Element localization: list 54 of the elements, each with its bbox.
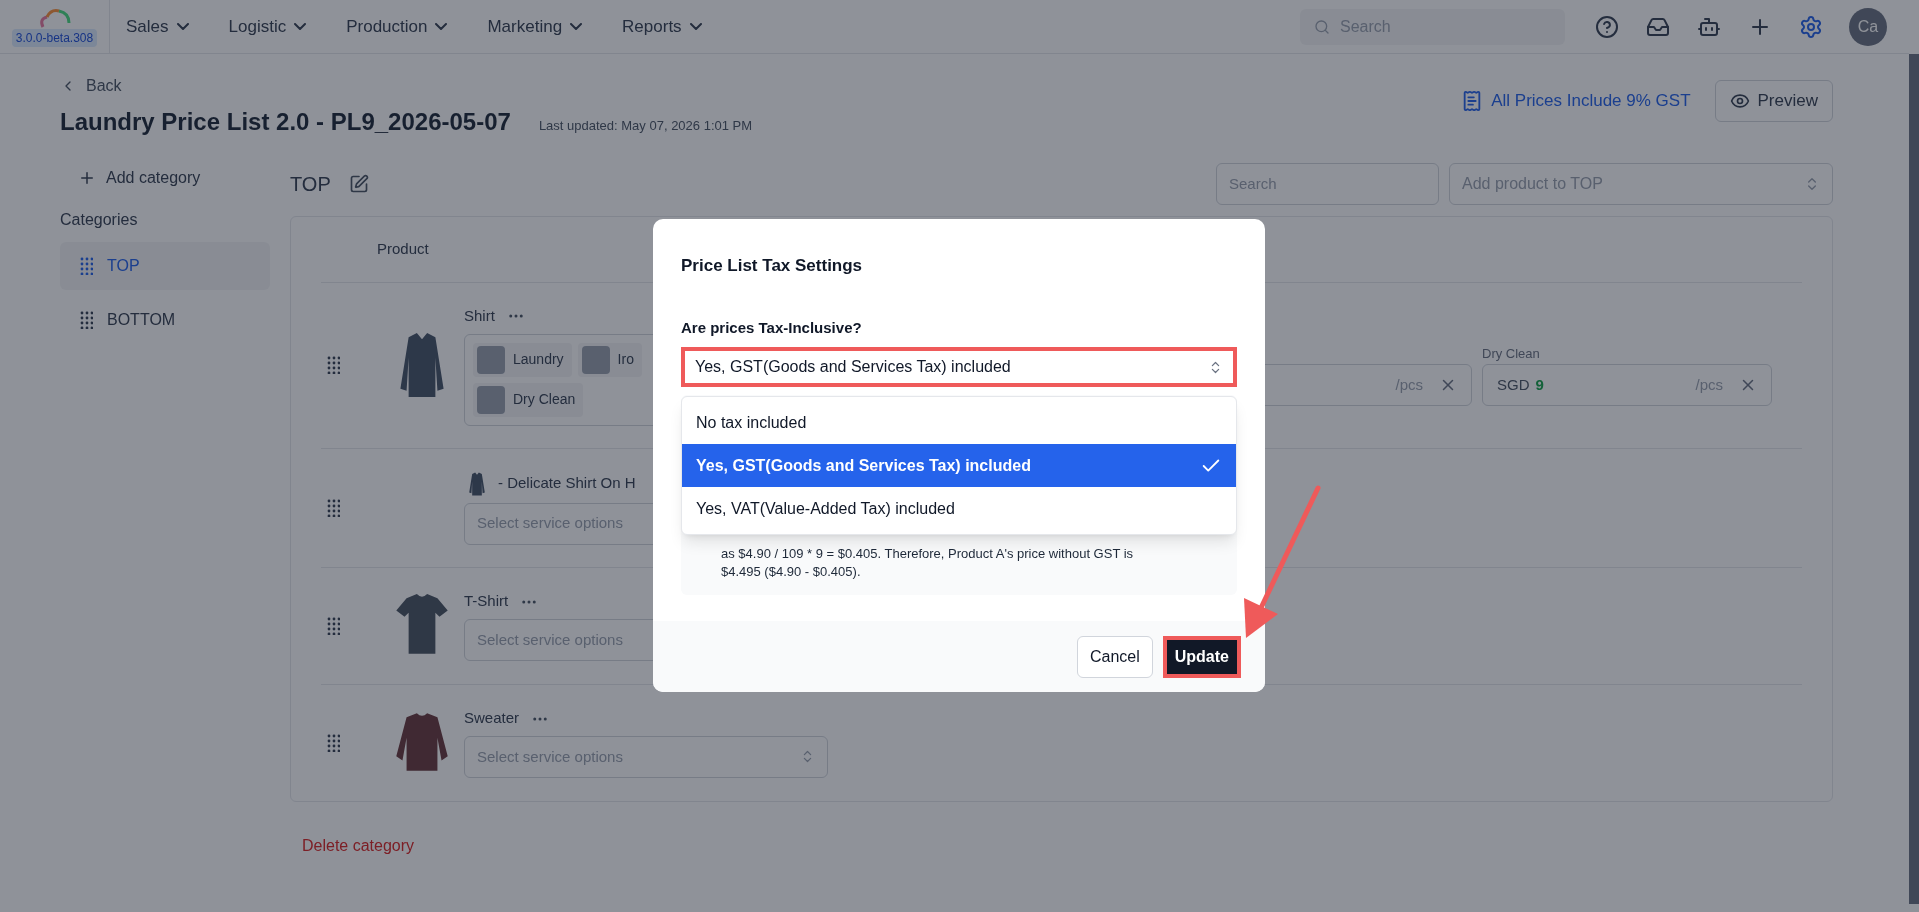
chevron-down-icon	[294, 23, 307, 30]
info-text: $4.495 ($4.90 - $0.405).	[721, 563, 862, 581]
chevron-down-icon	[570, 23, 583, 30]
product-name: T-Shirt	[464, 591, 509, 612]
nav-menu[interactable]: Reports	[622, 13, 702, 40]
category-item[interactable]: TOP	[60, 242, 270, 290]
drag-handle-icon[interactable]	[80, 257, 93, 275]
page-title: Laundry Price List 2.0 - PL9_2026-05-07	[60, 107, 511, 137]
delete-category-link[interactable]: Delete category	[302, 833, 415, 858]
back-link[interactable]: Back	[60, 74, 753, 98]
dialog-title: Price List Tax Settings	[680, 255, 864, 277]
service-tag: Laundry	[473, 342, 572, 377]
drag-handle-icon[interactable]	[327, 616, 340, 635]
service-tag: Dry Clean	[473, 382, 584, 417]
product-name: - Delicate Shirt On H	[498, 473, 636, 494]
categories-heading: Categories	[60, 210, 139, 230]
drag-handle-icon[interactable]	[327, 356, 340, 375]
drag-handle-icon[interactable]	[327, 498, 340, 517]
column-header: Product	[377, 239, 429, 260]
settings-icon[interactable]	[1799, 14, 1823, 39]
service-tag: Iro	[577, 342, 642, 377]
add-category-button[interactable]: Add category	[60, 162, 290, 194]
category-title: TOP	[290, 172, 331, 197]
preview-button[interactable]: Preview	[1714, 80, 1833, 122]
info-text: as $4.90 / 109 * 9 = $0.405. Therefore, Product A's price without GST is	[721, 545, 1135, 563]
product-name: Sweater	[464, 708, 520, 729]
drag-handle-icon[interactable]	[80, 311, 93, 329]
update-button[interactable]: Update	[1166, 639, 1237, 674]
help-icon[interactable]	[1595, 14, 1619, 39]
chevron-down-icon	[689, 23, 702, 30]
version-badge: 3.0.0-beta.308	[11, 28, 98, 47]
edit-icon[interactable]	[348, 174, 369, 194]
search-icon	[1314, 18, 1330, 35]
product-name: Shirt	[464, 306, 495, 326]
plus-icon	[78, 169, 96, 187]
nav-menu[interactable]: Marketing	[487, 13, 583, 40]
chevron-down-icon	[435, 23, 448, 30]
eye-icon	[1729, 91, 1750, 111]
nav-menu[interactable]: Production	[346, 13, 448, 40]
category-item[interactable]: BOTTOM	[60, 296, 270, 344]
drag-handle-icon[interactable]	[327, 733, 340, 752]
avatar[interactable]: Ca	[1849, 7, 1887, 46]
scrollbar[interactable]	[1909, 54, 1919, 904]
photo-placeholder	[477, 385, 505, 414]
nav-menu[interactable]: Logistic	[228, 13, 307, 40]
cancel-button[interactable]: Cancel	[1076, 635, 1153, 678]
photo-placeholder	[581, 345, 610, 374]
nav-menu[interactable]: Sales	[126, 13, 189, 40]
last-updated: Last updated: May 07, 2026 1:01 PM	[538, 117, 753, 135]
price-label: Dry Clean	[1482, 345, 1541, 361]
menu-option[interactable]: Yes, GST(Goods and Services Tax) included	[682, 444, 1236, 487]
tax-note[interactable]: All Prices Include 9% GST	[1491, 88, 1691, 114]
photo-placeholder	[477, 345, 505, 374]
chevron-down-icon	[176, 23, 189, 30]
